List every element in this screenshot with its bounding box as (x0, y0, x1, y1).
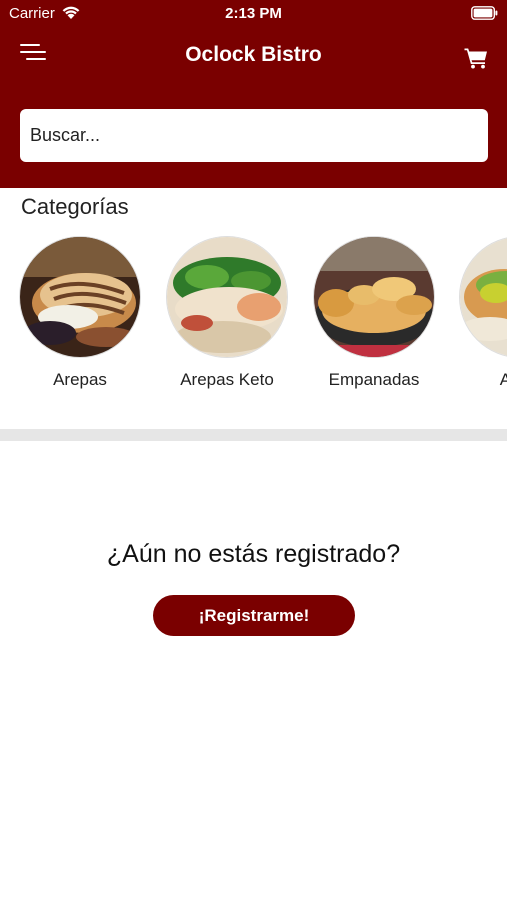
app-header: Carrier 2:13 PM Oclock Bistro (0, 0, 507, 188)
register-button[interactable]: ¡Registrarme! (153, 595, 355, 636)
section-divider (0, 429, 507, 441)
search-input[interactable] (20, 109, 488, 162)
categories-title: Categorías (21, 194, 129, 219)
status-bar: Carrier 2:13 PM (0, 0, 507, 28)
category-label: Arepas (53, 370, 107, 389)
clock: 2:13 PM (225, 5, 282, 22)
arepas-keto-photo (166, 236, 288, 358)
category-item-arepas-keto[interactable]: Arepas Keto (165, 234, 289, 404)
category-label: Arma (499, 370, 507, 389)
category-item-arepas[interactable]: Arepas (18, 234, 142, 404)
arma-photo (459, 236, 507, 358)
category-item-arma[interactable]: Arma (458, 234, 507, 404)
battery-icon (471, 6, 498, 20)
register-question: ¿Aún no estás registrado? (106, 540, 401, 568)
category-carousel[interactable]: Arepas Arepas Keto Empanadas A (0, 234, 507, 424)
category-label: Empanadas (328, 370, 420, 389)
arepas-photo (19, 236, 141, 358)
cart-icon[interactable] (464, 47, 488, 69)
app-title: Oclock Bistro (185, 43, 322, 66)
empanadas-photo (313, 236, 435, 358)
category-label: Arepas Keto (180, 370, 274, 389)
category-item-empanadas[interactable]: Empanadas (312, 234, 436, 404)
